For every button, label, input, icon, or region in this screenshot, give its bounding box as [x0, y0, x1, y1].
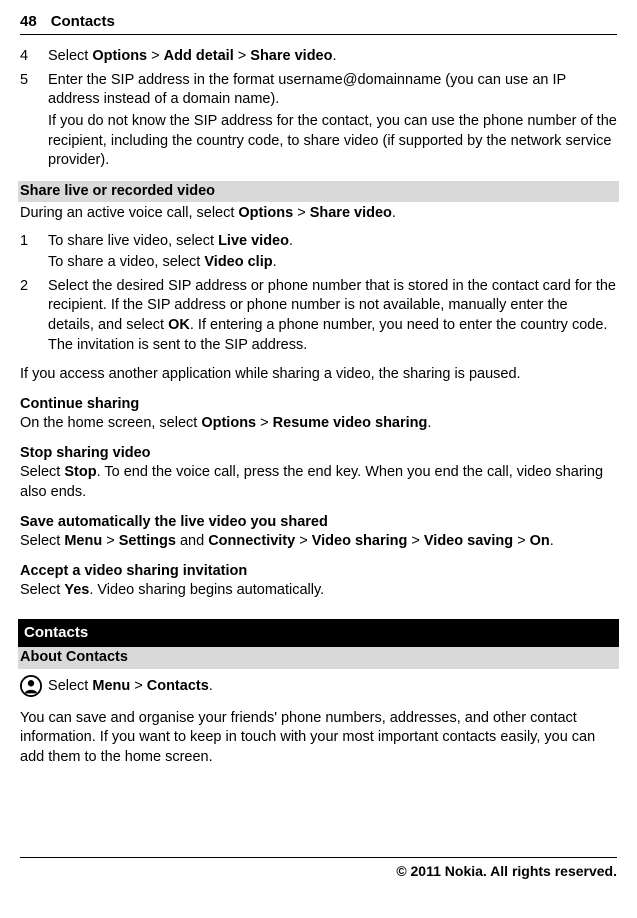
- text: During an active voice call, select: [20, 205, 238, 221]
- bold-options: Options: [201, 415, 256, 431]
- bold-live-video: Live video: [218, 233, 289, 249]
- separator: >: [295, 533, 312, 549]
- bold-share-video: Share video: [310, 205, 392, 221]
- separator: >: [513, 533, 530, 549]
- separator: >: [130, 677, 147, 693]
- about-contacts-body: You can save and organise your friends' …: [20, 709, 617, 768]
- continue-sharing-body: On the home screen, select Options > Res…: [20, 414, 617, 434]
- separator: >: [256, 415, 273, 431]
- share-step-2: 2 Select the desired SIP address or phon…: [20, 277, 617, 357]
- separator: >: [293, 205, 310, 221]
- text: and: [176, 533, 208, 549]
- step-number: 2: [20, 277, 48, 357]
- step-body: To share live video, select Live video. …: [48, 232, 617, 275]
- bold-yes: Yes: [64, 582, 89, 598]
- stop-sharing-body: Select Stop. To end the voice call, pres…: [20, 463, 617, 502]
- text: .: [209, 677, 213, 693]
- step-body: Enter the SIP address in the format user…: [48, 71, 617, 173]
- text: .: [427, 415, 431, 431]
- page-footer: © 2011 Nokia. All rights reserved.: [20, 857, 617, 881]
- page-header: 48 Contacts: [20, 12, 617, 32]
- bold-connectivity: Connectivity: [208, 533, 295, 549]
- text: .: [392, 205, 396, 221]
- text: .: [273, 254, 277, 270]
- text: On the home screen, select: [20, 415, 201, 431]
- step-number: 1: [20, 232, 48, 275]
- save-auto-body: Select Menu > Settings and Connectivity …: [20, 532, 617, 552]
- contacts-menu-row: Select Menu > Contacts.: [20, 675, 617, 697]
- step-4: 4 Select Options > Add detail > Share vi…: [20, 47, 617, 69]
- separator: >: [234, 48, 251, 64]
- bold-video-clip: Video clip: [204, 254, 272, 270]
- text: Select: [44, 677, 92, 693]
- bold-resume: Resume video sharing: [273, 415, 428, 431]
- page-number: 48: [20, 12, 37, 32]
- share-step-1: 1 To share live video, select Live video…: [20, 232, 617, 275]
- text: Select: [48, 48, 92, 64]
- paused-note: If you access another application while …: [20, 365, 617, 385]
- section-contacts: Contacts: [18, 619, 619, 647]
- step-number: 5: [20, 71, 48, 173]
- text: To share live video, select: [48, 233, 218, 249]
- step-body: Select the desired SIP address or phone …: [48, 277, 617, 357]
- text: .: [289, 233, 293, 249]
- text: . To end the voice call, press the end k…: [20, 464, 603, 500]
- bold-share-video: Share video: [250, 48, 332, 64]
- chapter-title: Contacts: [51, 12, 115, 32]
- separator: >: [147, 48, 164, 64]
- text: . Video sharing begins automatically.: [89, 582, 324, 598]
- header-rule: [20, 34, 617, 35]
- contacts-icon: [20, 675, 42, 697]
- separator: >: [407, 533, 424, 549]
- bold-add-detail: Add detail: [164, 48, 234, 64]
- bold-stop: Stop: [64, 464, 96, 480]
- step-5-line-2: If you do not know the SIP address for t…: [48, 112, 617, 171]
- step-5-line-1: Enter the SIP address in the format user…: [48, 71, 617, 110]
- bold-options: Options: [92, 48, 147, 64]
- step-body: Select Options > Add detail > Share vide…: [48, 47, 617, 69]
- bold-on: On: [530, 533, 550, 549]
- accept-body: Select Yes. Video sharing begins automat…: [20, 581, 617, 601]
- text: Select: [20, 582, 64, 598]
- text: Select: [20, 533, 64, 549]
- separator: >: [102, 533, 119, 549]
- save-auto-head: Save automatically the live video you sh…: [20, 513, 617, 533]
- bold-ok: OK: [168, 317, 190, 333]
- stop-sharing-head: Stop sharing video: [20, 444, 617, 464]
- bold-video-sharing: Video sharing: [312, 533, 408, 549]
- bold-menu: Menu: [64, 533, 102, 549]
- accept-head: Accept a video sharing invitation: [20, 562, 617, 582]
- text: .: [332, 48, 336, 64]
- page: 48 Contacts 4 Select Options > Add detai…: [0, 0, 637, 891]
- bold-menu: Menu: [92, 677, 130, 693]
- section-about-contacts: About Contacts: [18, 647, 619, 669]
- text: To share a video, select: [48, 254, 204, 270]
- bold-options: Options: [238, 205, 293, 221]
- step-number: 4: [20, 47, 48, 69]
- bold-settings: Settings: [119, 533, 176, 549]
- section-share-live: Share live or recorded video: [18, 181, 619, 203]
- step-5: 5 Enter the SIP address in the format us…: [20, 71, 617, 173]
- bold-contacts: Contacts: [147, 677, 209, 693]
- share-intro: During an active voice call, select Opti…: [20, 204, 617, 224]
- continue-sharing-head: Continue sharing: [20, 395, 617, 415]
- text: .: [550, 533, 554, 549]
- text: Select: [20, 464, 64, 480]
- bold-video-saving: Video saving: [424, 533, 513, 549]
